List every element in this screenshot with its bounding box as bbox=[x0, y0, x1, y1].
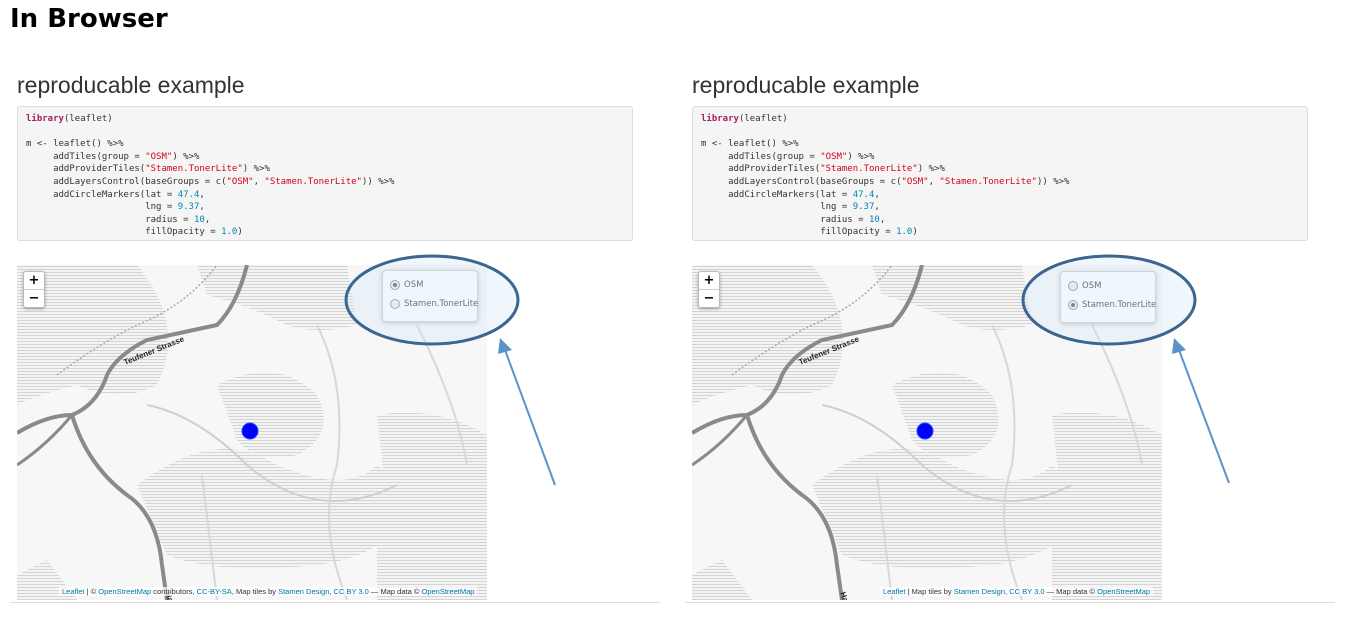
pointer-arrow bbox=[1178, 349, 1230, 484]
leaflet-link[interactable]: Leaflet bbox=[62, 587, 85, 596]
stamen-link[interactable]: Stamen Design bbox=[954, 587, 1005, 596]
divider bbox=[10, 602, 660, 603]
osm-data-link[interactable]: OpenStreetMap bbox=[1097, 587, 1150, 596]
example-panel-stamen: reproducable example library(leaflet) m … bbox=[685, 70, 1335, 610]
divider bbox=[685, 602, 1335, 603]
page-heading: In Browser bbox=[10, 4, 168, 34]
zoom-in-button[interactable]: + bbox=[24, 272, 44, 289]
map-attribution: Leaflet | © OpenStreetMap contributors, … bbox=[59, 587, 478, 596]
code-block: library(leaflet) m <- leaflet() %>% addT… bbox=[692, 106, 1308, 241]
leaflet-link[interactable]: Leaflet bbox=[883, 587, 906, 596]
cc-link[interactable]: CC BY 3.0 bbox=[334, 587, 369, 596]
example-title: reproducable example bbox=[692, 72, 920, 98]
example-panel-osm: reproducable example library(leaflet) m … bbox=[10, 70, 660, 610]
highlight-ellipse bbox=[1021, 254, 1197, 346]
zoom-out-button[interactable]: − bbox=[24, 289, 44, 307]
example-title: reproducable example bbox=[17, 72, 245, 98]
zoom-out-button[interactable]: − bbox=[699, 289, 719, 307]
osm-data-link[interactable]: OpenStreetMap bbox=[421, 587, 474, 596]
license-link[interactable]: CC-BY-SA bbox=[197, 587, 232, 596]
circle-marker bbox=[916, 422, 934, 440]
annotation-overlay bbox=[344, 254, 556, 486]
cc-link[interactable]: CC BY 3.0 bbox=[1009, 587, 1044, 596]
zoom-control: + − bbox=[698, 271, 720, 308]
pointer-arrow bbox=[504, 349, 556, 486]
map-attribution: Leaflet | Map tiles by Stamen Design, CC… bbox=[880, 587, 1154, 596]
zoom-in-button[interactable]: + bbox=[699, 272, 719, 289]
annotation-overlay bbox=[1021, 254, 1230, 484]
circle-marker bbox=[241, 422, 259, 440]
osm-link[interactable]: OpenStreetMap bbox=[98, 587, 151, 596]
stamen-link[interactable]: Stamen Design bbox=[278, 587, 329, 596]
highlight-ellipse bbox=[344, 254, 520, 346]
zoom-control: + − bbox=[23, 271, 45, 308]
code-block: library(leaflet) m <- leaflet() %>% addT… bbox=[17, 106, 633, 241]
